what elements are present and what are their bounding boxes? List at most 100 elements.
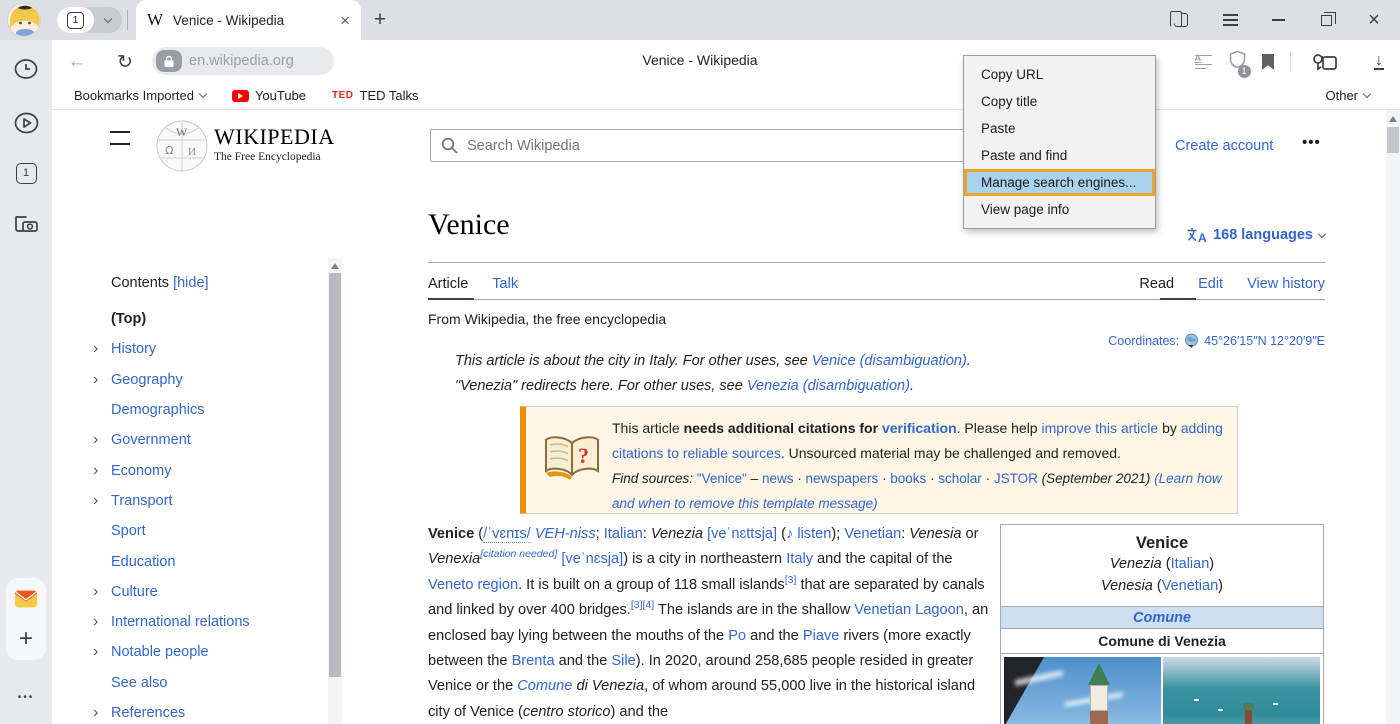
add-shortcut-button[interactable]: + bbox=[13, 626, 39, 652]
toc-chevron[interactable]: › bbox=[93, 584, 111, 600]
toc-hide-link[interactable]: [hide] bbox=[173, 275, 208, 291]
browser-menu-button[interactable] bbox=[1215, 9, 1245, 31]
bookmark-ted-talks[interactable]: TED TED Talks bbox=[332, 88, 419, 103]
toc-item-history[interactable]: ›History bbox=[93, 334, 325, 364]
toc-item-geography[interactable]: ›Geography bbox=[93, 365, 325, 395]
infobox-images bbox=[1001, 654, 1323, 724]
tab-stack-button[interactable] bbox=[1166, 9, 1196, 31]
other-bookmarks-label: Other bbox=[1325, 88, 1358, 103]
page-scrollbar[interactable] bbox=[1386, 110, 1400, 724]
player-panel-button[interactable] bbox=[13, 110, 39, 136]
coordinates-value[interactable]: 45°26′15″N 12°20′9″E bbox=[1204, 334, 1325, 348]
reader-mode-button[interactable]: A bbox=[1190, 49, 1216, 75]
article-tab-underline bbox=[428, 298, 474, 300]
toc-chevron[interactable]: › bbox=[93, 341, 111, 357]
toc-item-see-also[interactable]: See also bbox=[93, 668, 325, 698]
tagline-text: The Free Encyclopedia bbox=[214, 151, 335, 163]
key-folder-icon bbox=[1312, 52, 1338, 72]
menu-item-paste-and-find[interactable]: Paste and find bbox=[964, 142, 1155, 169]
infobox-type-row[interactable]: Comune bbox=[1001, 606, 1323, 629]
tab-talk[interactable]: Talk bbox=[492, 276, 518, 292]
scroll-up-arrow[interactable] bbox=[1389, 116, 1397, 122]
languages-button[interactable]: A 168 languages bbox=[1186, 227, 1325, 243]
menu-item-copy-title[interactable]: Copy title bbox=[964, 88, 1155, 115]
title-divider bbox=[428, 262, 1325, 263]
tab-stack-icon bbox=[1174, 13, 1188, 27]
workspace-1-button[interactable]: 1 bbox=[13, 160, 39, 186]
mail-button[interactable] bbox=[13, 586, 39, 612]
tab-group-chevron[interactable] bbox=[94, 7, 122, 33]
toc-item-references[interactable]: ›References bbox=[93, 698, 325, 724]
tab-group-pill[interactable]: 1 bbox=[57, 7, 122, 33]
workspace-icon: 1 bbox=[16, 163, 37, 184]
toc-chevron[interactable]: › bbox=[93, 493, 111, 509]
campanile-photo[interactable] bbox=[1004, 657, 1161, 724]
tab-count-value: 1 bbox=[67, 12, 84, 29]
toc-item-culture[interactable]: ›Culture bbox=[93, 577, 325, 607]
toc-chevron[interactable]: › bbox=[93, 614, 111, 630]
wiki-more-menu[interactable]: ••• bbox=[1302, 134, 1321, 151]
address-bar[interactable]: en.wikipedia.org bbox=[152, 47, 334, 75]
toc-item-sport[interactable]: Sport bbox=[93, 516, 325, 546]
history-panel-button[interactable] bbox=[13, 56, 39, 82]
tracker-shield-button[interactable]: 1 bbox=[1224, 49, 1250, 75]
coordinates-label[interactable]: Coordinates: bbox=[1108, 334, 1179, 348]
toc-item-top[interactable]: (Top) bbox=[93, 304, 325, 334]
toc-chevron[interactable]: › bbox=[93, 705, 111, 721]
new-tab-button[interactable]: + bbox=[366, 6, 394, 34]
menu-item-manage-search-engines[interactable]: Manage search engines... bbox=[964, 169, 1155, 196]
maximize-button[interactable] bbox=[1311, 9, 1341, 31]
wikipedia-logo[interactable]: W Ω И bbox=[156, 118, 208, 179]
toc-item-education[interactable]: Education bbox=[93, 546, 325, 576]
tab-view-history[interactable]: View history bbox=[1247, 276, 1325, 292]
minimize-button[interactable] bbox=[1263, 9, 1293, 31]
active-tab[interactable]: W Venice - Wikipedia × bbox=[136, 0, 361, 40]
toc-item-demographics[interactable]: Demographics bbox=[93, 395, 325, 425]
address-bar-context-menu: Copy URL Copy title Paste Paste and find… bbox=[963, 55, 1156, 229]
tab-close-icon[interactable]: × bbox=[340, 12, 350, 29]
menu-item-paste[interactable]: Paste bbox=[964, 115, 1155, 142]
bookmark-youtube[interactable]: YouTube bbox=[232, 88, 306, 103]
wikipedia-wordmark[interactable]: WIKIPEDIA The Free Encyclopedia bbox=[214, 124, 335, 163]
citations-needed-box: ? This article needs additional citation… bbox=[520, 406, 1238, 514]
pinboards-button[interactable] bbox=[1308, 49, 1342, 75]
tab-article[interactable]: Article bbox=[428, 276, 468, 292]
menu-item-copy-url[interactable]: Copy URL bbox=[964, 61, 1155, 88]
chevron-down-icon bbox=[1318, 229, 1326, 237]
venice-aerial-photo[interactable] bbox=[1163, 657, 1320, 724]
menu-item-view-page-info[interactable]: View page info bbox=[964, 196, 1155, 223]
wordmark-text: WIKIPEDIA bbox=[214, 124, 335, 150]
toc-chevron[interactable]: › bbox=[93, 372, 111, 388]
toc-item-economy[interactable]: ›Economy bbox=[93, 455, 325, 485]
toc-item-notable-people[interactable]: ›Notable people bbox=[93, 637, 325, 667]
snapshot-button[interactable] bbox=[13, 210, 39, 236]
toc-chevron[interactable]: › bbox=[93, 432, 111, 448]
chevron-down-icon bbox=[104, 14, 112, 22]
page-scrollbar-thumb[interactable] bbox=[1387, 127, 1399, 153]
toc-header-label: Contents bbox=[111, 275, 169, 291]
toc-item-international-relations[interactable]: ›International relations bbox=[93, 607, 325, 637]
toc-scrollbar-thumb[interactable] bbox=[329, 273, 341, 677]
toc-scrollbar[interactable] bbox=[328, 258, 342, 724]
site-security-chip[interactable] bbox=[156, 50, 182, 72]
tab-read[interactable]: Read bbox=[1139, 276, 1174, 292]
tab-counter[interactable]: 1 bbox=[57, 7, 94, 33]
other-bookmarks-folder[interactable]: Other bbox=[1325, 88, 1370, 103]
bookmark-page-button[interactable] bbox=[1255, 49, 1281, 75]
back-button[interactable]: ← bbox=[64, 49, 90, 75]
profile-avatar[interactable] bbox=[7, 3, 41, 37]
reload-button[interactable]: ↻ bbox=[112, 49, 138, 75]
globe-icon bbox=[1184, 333, 1199, 348]
scroll-up-arrow[interactable] bbox=[331, 263, 339, 269]
bookmarks-imported-folder[interactable]: Bookmarks Imported bbox=[74, 88, 206, 103]
panel-more-button[interactable]: ••• bbox=[13, 684, 39, 710]
languages-icon: A bbox=[1186, 227, 1207, 243]
toc-item-government[interactable]: ›Government bbox=[93, 425, 325, 455]
toc-chevron[interactable]: › bbox=[93, 463, 111, 479]
tab-edit[interactable]: Edit bbox=[1198, 276, 1223, 292]
toc-chevron[interactable]: › bbox=[93, 644, 111, 660]
downloads-button[interactable]: ↓ bbox=[1366, 49, 1392, 75]
create-account-link[interactable]: Create account bbox=[1175, 138, 1273, 154]
close-window-button[interactable]: × bbox=[1359, 9, 1389, 31]
toc-item-transport[interactable]: ›Transport bbox=[93, 486, 325, 516]
